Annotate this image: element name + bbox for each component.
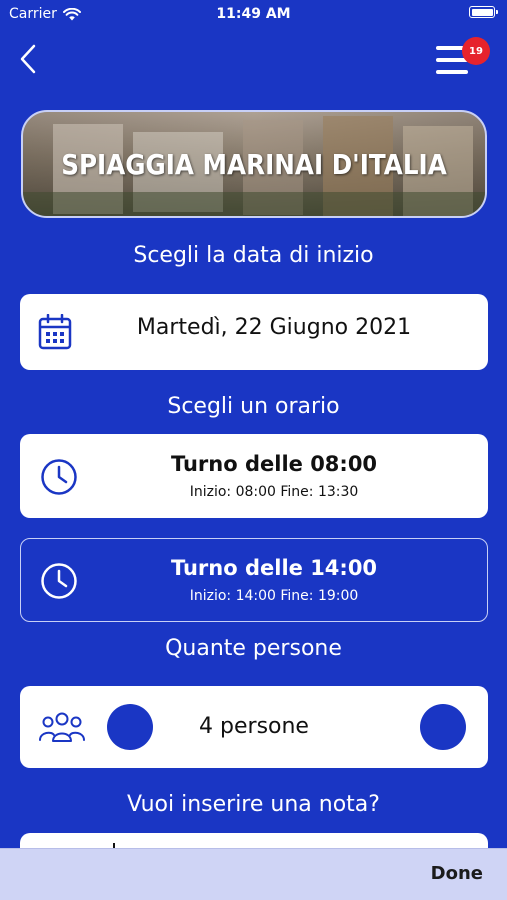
shift-detail: Inizio: 14:00 Fine: 19:00 (189, 588, 359, 604)
chevron-left-icon (20, 44, 36, 74)
venue-banner: SPIAGGIA MARINAI D'ITALIA (21, 110, 487, 218)
status-right (469, 6, 498, 18)
selected-date: Martedì, 22 Giugno 2021 (136, 315, 412, 340)
status-time: 11:49 AM (216, 6, 291, 22)
done-button[interactable]: Done (431, 863, 483, 884)
status-bar: Carrier 11:49 AM (0, 0, 507, 30)
time-section-title: Scegli un orario (167, 394, 340, 419)
battery-icon (469, 6, 498, 18)
people-stepper-card: 4 persone (20, 686, 488, 768)
shift-option-morning[interactable]: Turno delle 08:00 Inizio: 08:00 Fine: 13… (20, 434, 488, 518)
shift-detail: Inizio: 08:00 Fine: 13:30 (189, 484, 359, 500)
date-picker-card[interactable]: Martedì, 22 Giugno 2021 (20, 294, 488, 370)
people-count: 4 persone (199, 714, 309, 739)
back-button[interactable] (14, 42, 44, 76)
keyboard-toolbar: Done (0, 848, 507, 900)
shift-option-afternoon[interactable]: Turno delle 14:00 Inizio: 14:00 Fine: 19… (20, 538, 488, 622)
date-section-title: Scegli la data di inizio (133, 243, 374, 268)
people-section-title: Quante persone (165, 636, 342, 661)
shift-title: Turno delle 08:00 (170, 452, 378, 476)
notification-badge: 19 (462, 37, 490, 65)
banner-title: SPIAGGIA MARINAI D'ITALIA (61, 147, 447, 181)
shift-title: Turno delle 14:00 (170, 556, 378, 580)
note-section-title: Vuoi inserire una nota? (127, 792, 380, 817)
increment-button[interactable] (420, 704, 466, 750)
